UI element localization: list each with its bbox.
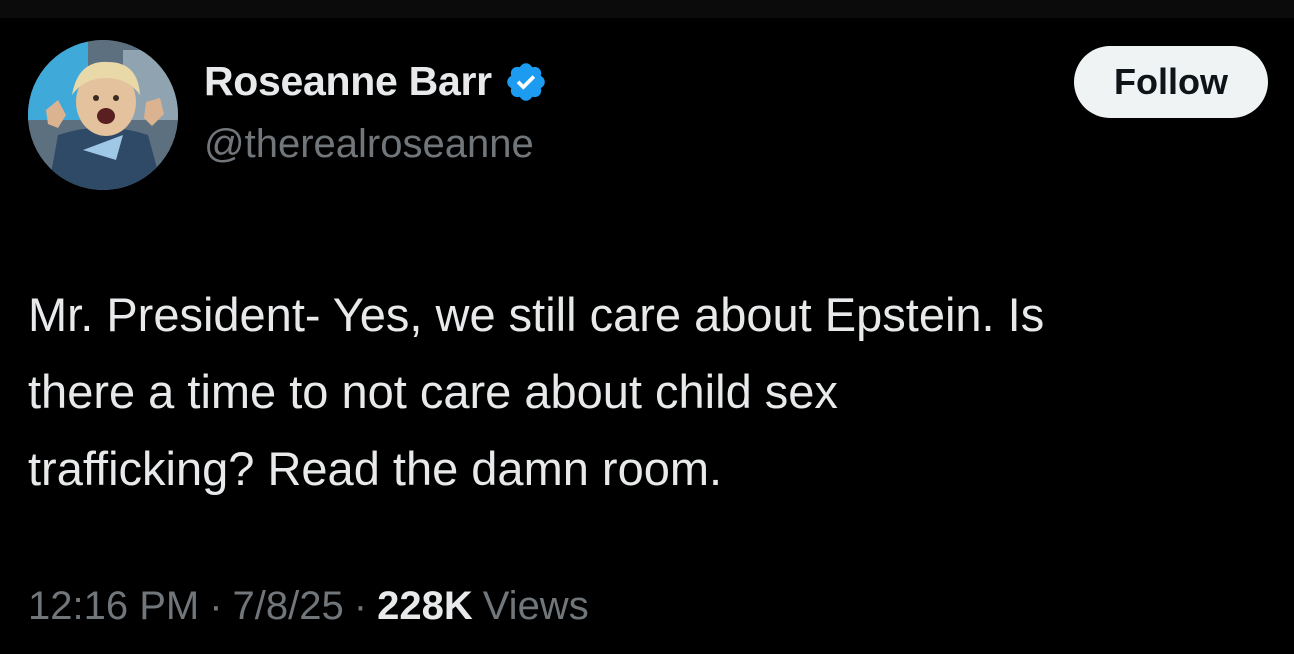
tweet-metadata: 12:16 PM · 7/8/25 · 228K Views — [28, 584, 589, 629]
author-name-row: Roseanne Barr — [204, 58, 548, 105]
tweet-date[interactable]: 7/8/25 — [233, 584, 344, 629]
top-bar — [0, 0, 1294, 18]
follow-button[interactable]: Follow — [1074, 46, 1268, 118]
author-handle[interactable]: @therealroseanne — [204, 122, 534, 167]
profile-photo-icon — [28, 40, 178, 190]
tweet-time[interactable]: 12:16 PM — [28, 584, 199, 629]
avatar[interactable] — [28, 40, 178, 190]
tweet-text: Mr. President- Yes, we still care about … — [28, 276, 1278, 507]
author-display-name[interactable]: Roseanne Barr — [204, 58, 492, 105]
views-count: 228K — [377, 584, 473, 628]
separator-dot: · — [209, 584, 223, 628]
tweet-text-line: trafficking? Read the damn room. — [28, 442, 723, 495]
views-label: Views — [482, 584, 589, 628]
verified-badge-icon — [504, 60, 548, 104]
tweet-text-line: there a time to not care about child sex — [28, 365, 838, 418]
tweet-text-line: Mr. President- Yes, we still care about … — [28, 288, 1045, 341]
separator-dot: · — [353, 584, 368, 628]
